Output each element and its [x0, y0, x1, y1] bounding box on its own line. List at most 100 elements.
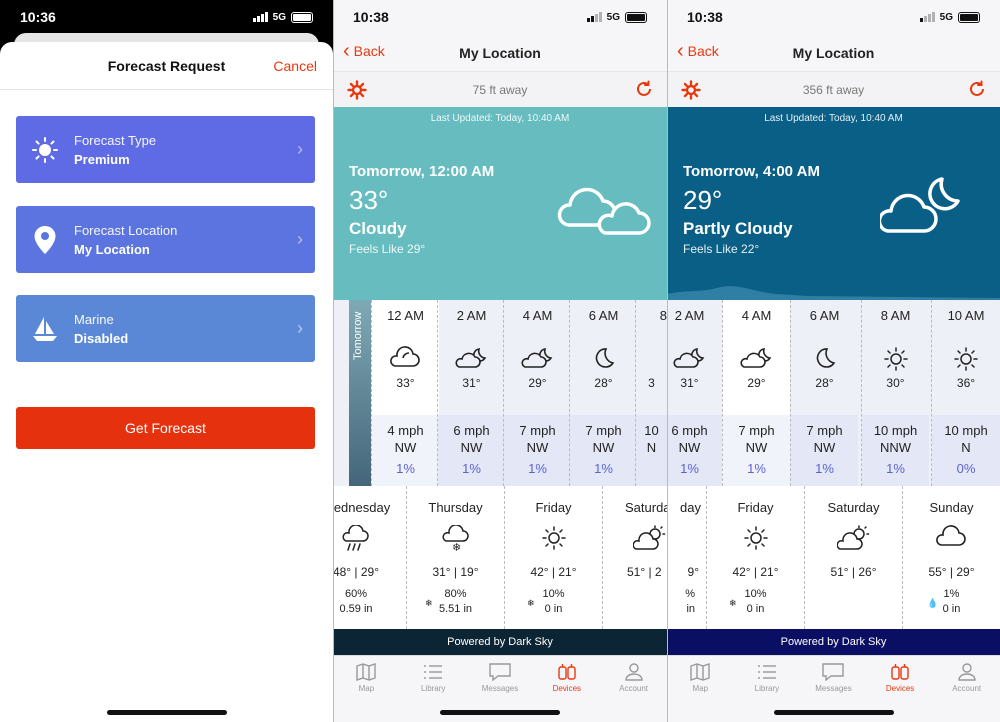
tab-map[interactable]: Map [333, 656, 400, 722]
snowflake-icon: ❄ [425, 598, 433, 608]
mountain-silhouette [667, 286, 1000, 300]
hour-column[interactable]: 4 AM 29° 7 mph NW 1% [503, 300, 571, 486]
last-updated: Last Updated: Today, 10:40 AM [764, 113, 903, 124]
forecast-temperature: 33° [349, 185, 389, 215]
partly-cloudy-night-icon [877, 175, 970, 244]
forecast-time: Tomorrow, 4:00 AM [683, 163, 820, 180]
partly-cloudy-day-icon [805, 525, 902, 555]
battery-icon [625, 11, 647, 23]
tab-map[interactable]: Map [667, 656, 734, 722]
moon-icon [570, 346, 637, 376]
partly-cloudy-night-icon [723, 346, 790, 376]
day-column[interactable]: Wednesday 48° | 29° 60%0.59 in [333, 486, 405, 629]
marine-label: Marine [74, 311, 114, 327]
sheet-title: Forecast Request [107, 57, 226, 74]
battery-icon [958, 11, 980, 23]
account-icon [624, 663, 643, 681]
daily-forecast[interactable]: Wednesday 48° | 29° 60%0.59 in Thursday … [333, 486, 667, 629]
distance-label: 75 ft away [472, 82, 528, 97]
nav-title: My Location [459, 44, 541, 61]
sailboat-icon [16, 315, 74, 343]
feels-like: Feels Like 29° [349, 242, 426, 256]
signal-icon [252, 12, 268, 22]
forecast-type-card[interactable]: Forecast Type Premium › [16, 116, 315, 183]
day-column[interactable]: Thursday ❄ 31° | 19° ❄ 80% 5.51 in [406, 486, 504, 629]
nav-title: My Location [792, 44, 875, 61]
forecast-location-label: Forecast Location [74, 222, 178, 238]
rain-icon [333, 525, 405, 555]
tab-account[interactable]: Account [600, 656, 667, 722]
status-bar: 10:38 5G [667, 0, 1000, 34]
back-button[interactable]: ‹ Back [677, 41, 719, 61]
marine-value: Disabled [74, 330, 129, 346]
hourly-forecast[interactable]: Tomorrow 12 AM 33° 4 mph NW 1% 2 AM 31° 6 … [333, 300, 667, 486]
hour-column[interactable]: 2 AM 31° 6 mph NW 1% [437, 300, 505, 486]
hour-column[interactable]: 6 AM 28° 7 mph NW 1% [790, 300, 858, 486]
hour-column[interactable]: 8 AM 30° 10 mph NNW 1% [861, 300, 929, 486]
nav-bar: ‹ Back My Location [333, 34, 667, 71]
forecast-location-card[interactable]: Forecast Location My Location › [16, 206, 315, 273]
signal-icon [919, 12, 935, 22]
home-indicator [773, 710, 894, 715]
location-pin-icon [16, 225, 74, 255]
partly-cloudy-day-icon [667, 525, 705, 555]
current-forecast-hero: Last Updated: Today, 10:40 AM Tomorrow, … [667, 107, 1000, 300]
hour-column[interactable]: 8 3 10 N [635, 300, 667, 486]
devices-icon [891, 664, 909, 680]
svg-text:❄: ❄ [452, 541, 461, 553]
home-indicator [106, 710, 227, 715]
day-column[interactable]: Friday 42° | 21° ❄ 10% 0 in [706, 486, 804, 629]
hour-column[interactable]: 6 AM 28° 7 mph NW 1% [569, 300, 637, 486]
back-button[interactable]: ‹ Back [343, 41, 385, 61]
message-icon [822, 663, 845, 681]
status-time: 10:36 [20, 9, 56, 25]
app-root: 10:36 5G Forecast Request Cancel Forecas… [0, 0, 1000, 722]
sun-icon [16, 136, 74, 164]
back-label: Back [353, 43, 385, 59]
cloudy-icon [372, 346, 439, 376]
network-label: 5G [939, 11, 953, 23]
chevron-right-icon: › [297, 139, 303, 159]
forecast-location-value: My Location [74, 241, 150, 257]
refresh-icon[interactable] [968, 80, 986, 101]
raindrop-icon: 💧 [927, 598, 939, 608]
refresh-icon[interactable] [635, 80, 653, 101]
get-forecast-button[interactable]: Get Forecast [16, 407, 315, 449]
nav-bar: ‹ Back My Location [667, 34, 1000, 71]
hourly-forecast[interactable]: 2 AM 31° 6 mph NW 1% 4 AM 29° 7 mph NW 1% 6 … [667, 300, 1000, 486]
current-forecast-hero: Last Updated: Today, 10:40 AM Tomorrow, … [333, 107, 667, 300]
tomorrow-label: Tomorrow [352, 311, 364, 360]
partly-cloudy-night-icon [504, 346, 571, 376]
gear-icon[interactable] [347, 80, 367, 103]
marine-card[interactable]: Marine Disabled › [16, 295, 315, 362]
network-label: 5G [272, 11, 286, 23]
forecast-screen-2: 10:38 5G ‹ Back My Location 356 ft away L… [667, 0, 1000, 722]
hour-column[interactable]: 4 AM 29° 7 mph NW 1% [722, 300, 790, 486]
powered-by-dark-sky: Powered by Dark Sky [667, 629, 1000, 655]
cancel-button[interactable]: Cancel [273, 58, 317, 74]
signal-icon [586, 12, 602, 22]
hour-column[interactable]: 10 AM 36° 10 mph N 0% [931, 300, 1000, 486]
hour-column[interactable]: 2 AM 31° 6 mph NW 1% [667, 300, 722, 486]
day-column[interactable]: Saturday 51° | 26° [804, 486, 902, 629]
cloudy-icon [903, 525, 1000, 555]
tab-account[interactable]: Account [933, 656, 1000, 722]
hour-column[interactable]: 12 AM 33° 4 mph NW 1% [371, 300, 439, 486]
sun-icon [932, 346, 1000, 376]
feels-like: Feels Like 22° [683, 242, 760, 256]
day-column[interactable]: day 9° % in [667, 486, 705, 629]
day-column[interactable]: Sunday 55° | 29° 💧 1% 0 in [902, 486, 1000, 629]
gear-icon[interactable] [681, 80, 701, 103]
location-subbar: 75 ft away [333, 71, 667, 107]
sun-icon [636, 346, 667, 376]
day-column[interactable]: Saturday 51° | 2 [602, 486, 667, 629]
day-column[interactable]: Friday 42° | 21° ❄ 10% 0 in [504, 486, 602, 629]
daily-forecast[interactable]: day 9° % in Friday 42° | 21° ❄ 10% 0 in Sat… [667, 486, 1000, 629]
forecast-temperature: 29° [683, 185, 723, 215]
snowflake-icon: ❄ [729, 598, 737, 608]
message-icon [489, 663, 511, 681]
forecast-screen-1: 10:38 5G ‹ Back My Location 75 ft away La… [333, 0, 667, 722]
snow-icon: ❄ [407, 525, 504, 555]
status-bar: 10:36 5G [0, 0, 333, 34]
sun-icon [707, 525, 804, 555]
